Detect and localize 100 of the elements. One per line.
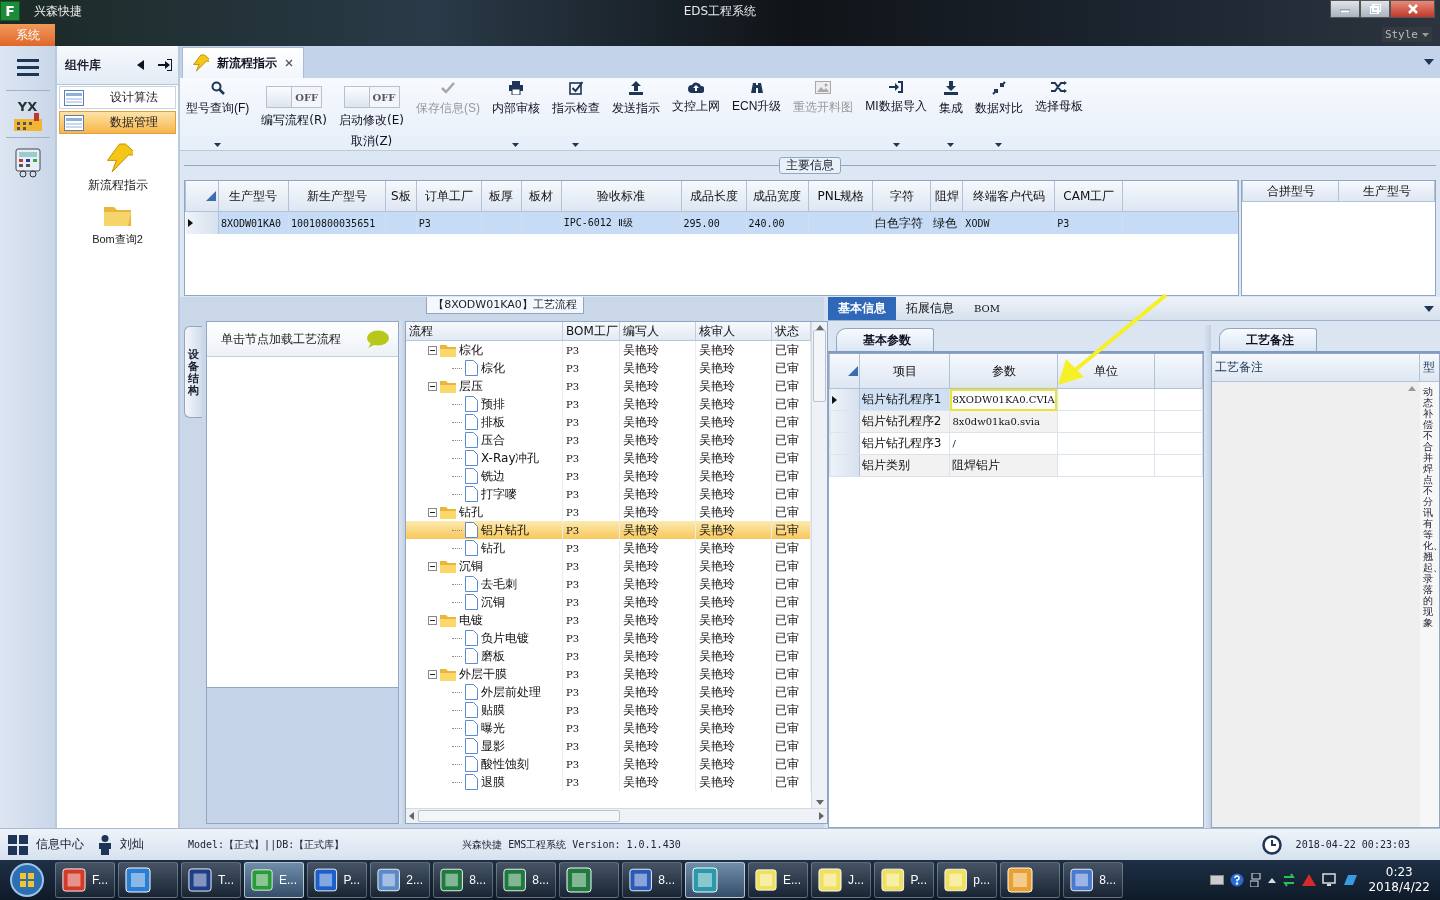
toolbar-button[interactable]: 选择母板 [1034,78,1083,146]
tree-row[interactable]: 预排 P3 吴艳玲 吴艳玲 已审 [406,395,811,413]
minimize-button[interactable] [1330,0,1360,18]
nav-group[interactable]: 设计算法 [59,86,176,109]
nav-group[interactable]: 数据管理 [59,111,176,134]
nav-item[interactable]: Bom查询2 [57,202,178,247]
column-header[interactable]: 生产型号 [218,181,289,212]
column-header[interactable]: 成品长度 [681,181,746,212]
column-header[interactable]: 板厚 [481,181,522,212]
taskbar-button[interactable]: 8... [433,862,493,898]
toggle-switch[interactable]: OFF [266,86,323,108]
table-row[interactable]: 铝片类别 阻焊铝片 [829,454,1203,477]
column-header[interactable]: 参数 [949,354,1058,389]
column-header[interactable]: PNL规格 [808,181,873,212]
column-header[interactable]: 状态 [771,322,811,341]
taskbar-button[interactable]: P... [874,862,934,898]
scroll-thumb[interactable] [418,810,620,822]
column-header[interactable]: 流程 [406,322,563,341]
column-header[interactable]: S板 [385,181,417,212]
taskbar-button[interactable] [685,862,745,898]
tree-row[interactable]: 磨板 P3 吴艳玲 吴艳玲 已审 [406,647,811,665]
column-header[interactable]: 字符 [872,181,931,212]
column-header[interactable]: 订单工厂 [416,181,482,212]
scroll-thumb[interactable] [813,330,826,402]
tree-row[interactable]: 压合 P3 吴艳玲 吴艳玲 已审 [406,431,811,449]
tree-row[interactable]: 电镀 P3 吴艳玲 吴艳玲 已审 [406,611,811,629]
taskbar-button[interactable]: E... [244,862,304,898]
taskbar-button[interactable]: 2... [370,862,430,898]
tree-row[interactable]: 棕化 P3 吴艳玲 吴艳玲 已审 [406,359,811,377]
column-header[interactable]: 生产型号 [1338,181,1435,202]
tree-row[interactable]: 沉铜 P3 吴艳玲 吴艳玲 已审 [406,593,811,611]
tree-row[interactable]: 铣边 P3 吴艳玲 吴艳玲 已审 [406,467,811,485]
toggle-switch[interactable]: OFF [343,86,400,108]
column-header[interactable]: 核审人 [695,322,772,341]
toolbar-button[interactable]: 型号查询(F) [186,78,250,146]
table-row[interactable]: 铝片钻孔程序2 8x0dw01ka0.svia [829,410,1203,433]
column-header[interactable]: 型 [1420,354,1439,382]
taskbar-button[interactable]: p... [937,862,997,898]
panel-tab[interactable]: 工艺备注 [1219,328,1317,351]
taskbar-button[interactable]: E... [748,862,808,898]
tree-row[interactable]: 棕化 P3 吴艳玲 吴艳玲 已审 [406,340,811,359]
tree-row[interactable]: 贴膜 P3 吴艳玲 吴艳玲 已审 [406,701,811,719]
column-header[interactable]: BOM工厂 [562,322,620,341]
tree-row[interactable]: 打字嘜 P3 吴艳玲 吴艳玲 已审 [406,485,811,503]
tree-row[interactable]: 沉铜 P3 吴艳玲 吴艳玲 已审 [406,557,811,575]
table-row[interactable]: 铝片钻孔程序3 / [829,432,1203,455]
column-header[interactable]: 项目 [859,354,950,389]
info-center-label[interactable]: 信息中心 [36,836,84,853]
column-header[interactable]: CAM工厂 [1054,181,1123,212]
taskbar-button[interactable]: J... [811,862,871,898]
taskbar-button[interactable]: F... [55,862,115,898]
tab[interactable]: 拓展信息 [896,297,964,320]
column-header[interactable]: 板材 [521,181,562,212]
tree-row[interactable]: 外层干膜 P3 吴艳玲 吴艳玲 已审 [406,665,811,683]
taskbar-button[interactable] [1000,862,1060,898]
table-row[interactable]: 8XODW01KA0 10010800035651 P3 IPC-6012 Ⅱ级 295.00 240.00 白色字符 绿色 XODW P3 [185,211,1238,234]
column-header[interactable]: 工艺备注 [1212,354,1420,382]
tree-row[interactable]: 铝片钻孔 P3 吴艳玲 吴艳玲 已审 [406,521,811,539]
toolbar-button[interactable]: 内部审核 [492,78,540,146]
column-header[interactable]: 终端客户代码 [962,181,1055,212]
taskbar-button[interactable]: 8... [496,862,556,898]
taskbar-button[interactable]: T... [181,862,241,898]
tree-row[interactable]: 负片电镀 P3 吴艳玲 吴艳玲 已审 [406,629,811,647]
tree-row[interactable]: 退膜 P3 吴艳玲 吴艳玲 已审 [406,773,811,791]
taskbar-button[interactable] [559,862,619,898]
toolbar-button[interactable]: 发送指示 [612,78,660,146]
column-header[interactable]: 编写人 [619,322,696,341]
column-header[interactable]: 验收标准 [561,181,682,212]
nav-item[interactable]: 新流程指示 [57,143,178,194]
tab[interactable]: BOM [964,297,1010,320]
tree-row[interactable]: 酸性蚀刻 P3 吴艳玲 吴艳玲 已审 [406,755,811,773]
column-header[interactable]: 阻焊 [930,181,963,212]
column-header[interactable]: 合拼型号 [1242,181,1339,202]
tree-row[interactable]: 层压 P3 吴艳玲 吴艳玲 已审 [406,377,811,395]
tree-row[interactable]: 外层前处理 P3 吴艳玲 吴艳玲 已审 [406,683,811,701]
tree-row[interactable]: 曝光 P3 吴艳玲 吴艳玲 已审 [406,719,811,737]
table-row[interactable]: 铝片钻孔程序1 8XODW01KA0.CVIA [829,388,1203,411]
scrollbar[interactable] [811,322,827,808]
tree-row[interactable]: X-Ray冲孔 P3 吴艳玲 吴艳玲 已审 [406,449,811,467]
taskbar-button[interactable]: P... [307,862,367,898]
taskbar-button[interactable] [118,862,178,898]
column-header[interactable]: 新生产型号 [288,181,386,212]
toolbar-button[interactable]: 集成 [938,78,963,146]
close-button[interactable] [1390,0,1435,18]
tab[interactable]: 基本信息 [828,297,896,320]
toolbar-button[interactable]: 指示检查 [552,78,600,146]
tree-row[interactable]: 显影 P3 吴艳玲 吴艳玲 已审 [406,737,811,755]
taskbar-button[interactable]: 8... [1063,862,1123,898]
panel-tab[interactable]: 基本参数 [836,328,934,351]
tree-row[interactable]: 钻孔 P3 吴艳玲 吴艳玲 已审 [406,539,811,557]
scrollbar[interactable] [406,808,827,823]
toolbar-button[interactable]: 数据对比 [974,78,1023,146]
tree-row[interactable]: 排板 P3 吴艳玲 吴艳玲 已审 [406,413,811,431]
toolbar-button[interactable]: 文控上网 [672,78,720,146]
column-header[interactable]: 成品宽度 [746,181,809,212]
toolbar-button[interactable]: ECN升级 [732,78,782,146]
taskbar-button[interactable]: 8... [622,862,682,898]
tree-row[interactable]: 去毛刺 P3 吴艳玲 吴艳玲 已审 [406,575,811,593]
restore-button[interactable] [1360,0,1390,18]
toolbar-button[interactable]: MI数据导入 [865,78,927,146]
